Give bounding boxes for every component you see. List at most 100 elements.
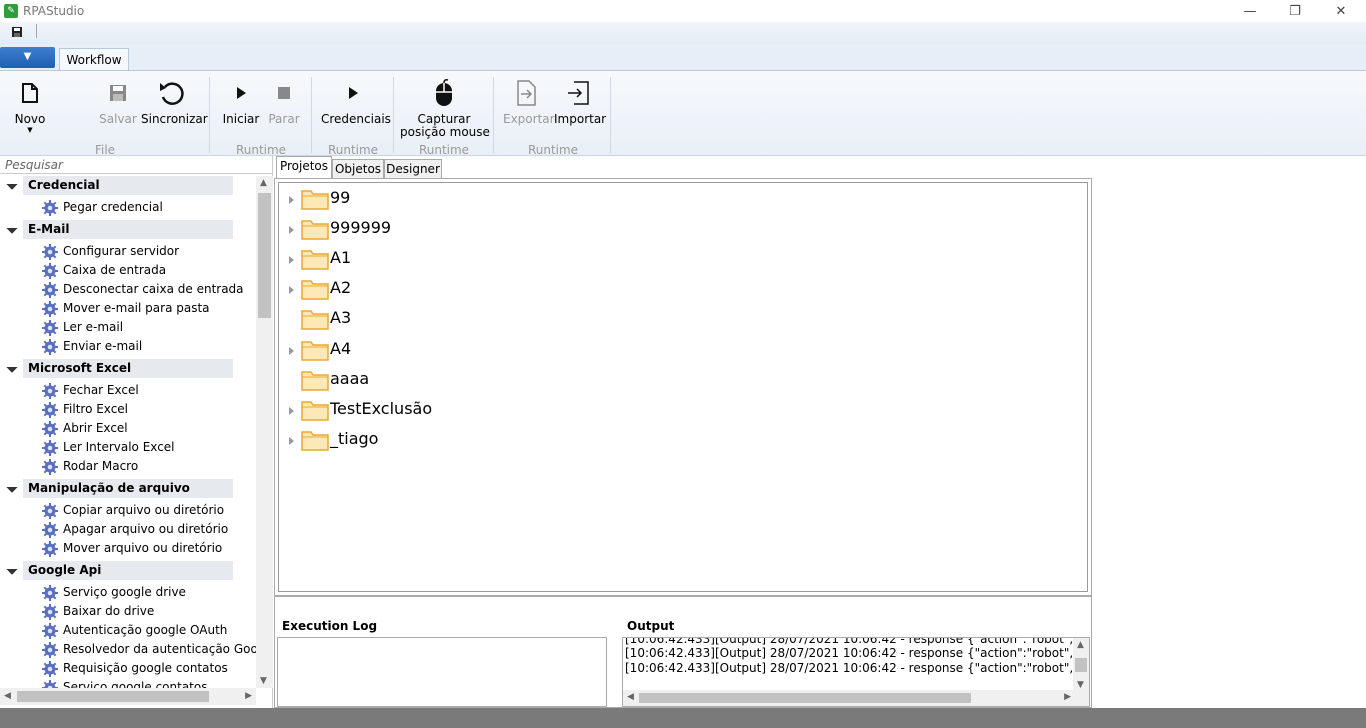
toolbox-activity-item[interactable]: Desconectar caixa de entrada — [0, 280, 256, 299]
close-button[interactable]: ✕ — [1318, 0, 1364, 22]
toolbox-activity-item[interactable]: Serviço google drive — [0, 583, 256, 602]
toolbox-activity-item[interactable]: Configurar servidor — [0, 242, 256, 261]
toolbox-activity-item[interactable]: Baixar do drive — [0, 602, 256, 621]
toolbox-vertical-scrollbar[interactable]: ▲ ▼ — [256, 176, 273, 688]
project-folder-row[interactable]: A3 — [279, 304, 879, 334]
project-folder-row[interactable]: 99 — [279, 184, 879, 214]
scroll-thumb[interactable] — [258, 193, 271, 318]
toolbox-activity-item[interactable]: Requisição google contatos — [0, 659, 256, 678]
expand-arrow-icon[interactable] — [289, 436, 294, 445]
toolbox-activity-item[interactable]: Caixa de entrada — [0, 261, 256, 280]
ribbon: Novo ▼ Salvar Sincronizar File Iniciar P… — [0, 70, 1366, 157]
collapse-arrow-icon[interactable] — [6, 361, 18, 373]
toolbox-activity-item[interactable]: Filtro Excel — [0, 400, 256, 419]
scroll-right-icon[interactable]: ▶ — [1064, 692, 1071, 702]
category-label: Manipulação de arquivo — [23, 479, 233, 498]
toolbox-category[interactable]: Credencial — [0, 176, 256, 195]
toolbox-activity-item[interactable]: Ler e-mail — [0, 318, 256, 337]
scroll-down-icon[interactable]: ▼ — [1077, 680, 1084, 690]
application-menu-button[interactable]: ▼ — [0, 47, 55, 68]
expand-arrow-icon[interactable] — [289, 286, 294, 295]
bottom-panels: Execution Log Output [10:06:42.433][Outp… — [274, 596, 1092, 708]
activity-label: Autenticação google OAuth — [63, 623, 228, 637]
stop-icon — [278, 87, 290, 99]
scroll-left-icon[interactable]: ◀ — [627, 692, 634, 702]
project-folder-row[interactable]: A4 — [279, 335, 879, 365]
expand-arrow-icon[interactable] — [289, 346, 294, 355]
parar-button[interactable]: Parar — [266, 79, 302, 126]
scroll-up-icon[interactable]: ▲ — [260, 178, 267, 188]
tab-designer[interactable]: Designer — [384, 159, 442, 178]
quick-save-icon[interactable] — [11, 26, 23, 38]
project-folder-row[interactable]: A1 — [279, 244, 879, 274]
toolbox-category[interactable]: Manipulação de arquivo — [0, 479, 256, 498]
restore-button[interactable]: ❐ — [1272, 0, 1318, 22]
tab-projetos[interactable]: Projetos — [276, 156, 332, 179]
scroll-left-icon[interactable]: ◀ — [4, 691, 11, 701]
toolbox-activity-item[interactable]: Fechar Excel — [0, 381, 256, 400]
search-input[interactable]: Pesquisar — [0, 156, 273, 174]
toolbox-activity-item[interactable]: Ler Intervalo Excel — [0, 438, 256, 457]
toolbox-activity-item[interactable]: Rodar Macro — [0, 457, 256, 476]
toolbox-activity-item[interactable]: Serviço google contatos — [0, 678, 256, 688]
toolbox-activity-item[interactable]: Mover e-mail para pasta — [0, 299, 256, 318]
collapse-arrow-icon[interactable] — [6, 222, 18, 234]
collapse-arrow-icon[interactable] — [6, 481, 18, 493]
toolbox-category[interactable]: Google Api — [0, 561, 256, 580]
output-horizontal-scrollbar[interactable]: ◀ ▶ — [623, 690, 1089, 706]
collapse-arrow-icon[interactable] — [6, 563, 18, 575]
credenciais-button[interactable]: Credenciais — [321, 79, 391, 126]
iniciar-button[interactable]: Iniciar — [222, 79, 260, 126]
salvar-button[interactable]: Salvar — [98, 79, 138, 126]
tab-workflow[interactable]: Workflow — [59, 48, 129, 71]
folder-icon — [301, 190, 329, 210]
scroll-thumb[interactable] — [17, 691, 209, 702]
novo-label: Novo — [14, 112, 46, 126]
title-bar: ✎ RPAStudio — ❐ ✕ — [0, 0, 1366, 22]
sincronizar-button[interactable]: Sincronizar — [141, 79, 208, 126]
expand-arrow-icon[interactable] — [289, 226, 294, 235]
novo-button[interactable]: Novo ▼ — [10, 79, 50, 134]
expand-arrow-icon[interactable] — [289, 256, 294, 265]
project-folder-row[interactable]: TestExclusão — [279, 395, 879, 425]
capturar-posicao-mouse-button[interactable]: Capturar posição mouse — [400, 79, 490, 139]
scroll-thumb[interactable] — [1075, 658, 1087, 672]
execution-log-box — [277, 637, 607, 707]
toolbox-activity-item[interactable]: Copiar arquivo ou diretório — [0, 501, 256, 520]
minimize-button[interactable]: — — [1227, 0, 1273, 22]
toolbox-activity-item[interactable]: Apagar arquivo ou diretório — [0, 520, 256, 539]
activity-label: Enviar e-mail — [63, 339, 143, 353]
activity-label: Configurar servidor — [63, 244, 180, 258]
scroll-thumb[interactable] — [639, 693, 971, 703]
toolbox-activity-item[interactable]: Abrir Excel — [0, 419, 256, 438]
toolbox-horizontal-scrollbar[interactable]: ◀ ▶ — [0, 688, 256, 705]
play-icon — [237, 87, 246, 99]
toolbox-activity-item[interactable]: Autenticação google OAuth — [0, 621, 256, 640]
output-box: [10:06:42.433][Output] 28/07/2021 10:06:… — [622, 637, 1090, 707]
project-folder-row[interactable]: _tiago — [279, 425, 879, 455]
expand-arrow-icon[interactable] — [289, 406, 294, 415]
toolbox-activity-item[interactable]: Pegar credencial — [0, 198, 256, 217]
collapse-arrow-icon[interactable] — [6, 178, 18, 190]
project-folder-name: TestExclusão — [330, 398, 433, 418]
scroll-down-icon[interactable]: ▼ — [260, 676, 267, 686]
scroll-up-icon[interactable]: ▲ — [1077, 640, 1084, 650]
project-folder-row[interactable]: A2 — [279, 274, 879, 304]
toolbox-category[interactable]: Microsoft Excel — [0, 359, 256, 378]
folder-icon — [301, 370, 329, 391]
toolbox-activity-item[interactable]: Resolvedor da autenticação Google — [0, 640, 256, 659]
group-runtime-label: Runtime — [235, 143, 287, 157]
exportar-button[interactable]: Exportar — [503, 79, 555, 126]
toolbox-activity-item[interactable]: Enviar e-mail — [0, 337, 256, 356]
output-vertical-scrollbar[interactable]: ▲ ▼ — [1073, 638, 1089, 690]
importar-button[interactable]: Importar — [554, 79, 606, 126]
tab-objetos[interactable]: Objetos — [332, 159, 384, 178]
project-folder-row[interactable]: 999999 — [279, 214, 879, 244]
scroll-right-icon[interactable]: ▶ — [245, 691, 252, 701]
toolbox-category[interactable]: E-Mail — [0, 220, 256, 239]
expand-arrow-icon[interactable] — [289, 196, 294, 204]
gear-icon — [42, 301, 58, 317]
activity-label: Caixa de entrada — [63, 263, 167, 277]
toolbox-activity-item[interactable]: Mover arquivo ou diretório — [0, 539, 256, 558]
project-folder-row[interactable]: aaaa — [279, 365, 879, 395]
